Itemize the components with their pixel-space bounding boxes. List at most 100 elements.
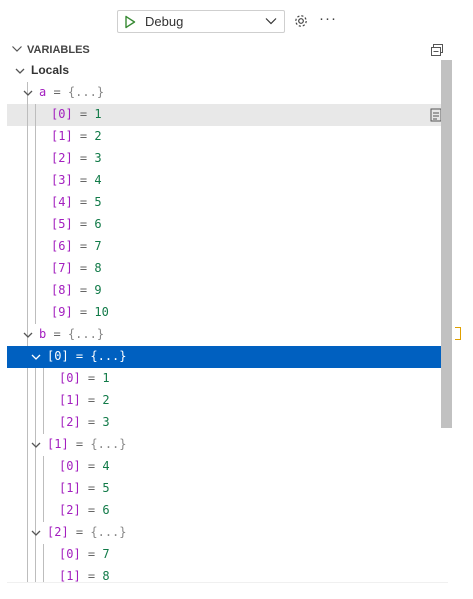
variable-row[interactable]: b = {...} bbox=[7, 324, 448, 346]
equals-sign: = bbox=[80, 569, 103, 582]
indent-guide bbox=[35, 170, 36, 192]
variable-name: [4] bbox=[51, 195, 73, 209]
variable-value: 6 bbox=[102, 503, 110, 517]
variable-row[interactable]: [6] = 7 bbox=[7, 236, 448, 258]
variable-row[interactable]: [7] = 8 bbox=[7, 258, 448, 280]
variable-row[interactable]: [1] = {...} bbox=[7, 434, 448, 456]
indent-guide bbox=[43, 478, 44, 500]
equals-sign: = bbox=[72, 217, 95, 231]
variable-row[interactable]: [1] = 2 bbox=[7, 390, 448, 412]
debug-config-label: Debug bbox=[145, 14, 184, 29]
debug-toolbar: Debug ··· bbox=[0, 0, 473, 40]
indent-guide bbox=[35, 478, 36, 500]
equals-sign: = bbox=[80, 393, 103, 407]
indent-guide bbox=[35, 368, 36, 390]
section-title: VARIABLES bbox=[27, 44, 90, 56]
variable-value: 8 bbox=[102, 569, 110, 582]
variable-value: {...} bbox=[67, 85, 105, 99]
variable-row[interactable]: [2] = 3 bbox=[7, 412, 448, 434]
variable-row[interactable]: [4] = 5 bbox=[7, 192, 448, 214]
variable-row[interactable]: [8] = 9 bbox=[7, 280, 448, 302]
variable-value: 7 bbox=[102, 547, 110, 561]
variable-value: 10 bbox=[94, 305, 109, 319]
variable-row[interactable]: [0] = 7 bbox=[7, 544, 448, 566]
variable-name: [1] bbox=[59, 569, 81, 582]
variable-name: [8] bbox=[51, 283, 73, 297]
indent-guide bbox=[35, 566, 36, 582]
equals-sign: = bbox=[80, 371, 103, 385]
indent-guide bbox=[27, 390, 28, 412]
variable-row[interactable]: [1] = 8 bbox=[7, 566, 448, 582]
variable-row[interactable]: [3] = 4 bbox=[7, 170, 448, 192]
variable-value: 5 bbox=[94, 195, 102, 209]
variable-row[interactable]: [1] = 5 bbox=[7, 478, 448, 500]
indent-guide bbox=[27, 434, 28, 456]
variable-row[interactable]: [9] = 10 bbox=[7, 302, 448, 324]
indent-guide bbox=[35, 236, 36, 258]
equals-sign: = bbox=[68, 525, 91, 539]
scrollbar-thumb[interactable] bbox=[441, 60, 452, 428]
indent-guide bbox=[35, 280, 36, 302]
variable-row[interactable]: [2] = 6 bbox=[7, 500, 448, 522]
chevron-down-icon[interactable] bbox=[31, 352, 41, 362]
indent-guide bbox=[27, 126, 28, 148]
chevron-down-icon[interactable] bbox=[23, 88, 33, 98]
scrollbar[interactable] bbox=[441, 60, 452, 582]
gear-icon[interactable] bbox=[293, 13, 309, 29]
chevron-down-icon[interactable] bbox=[31, 528, 41, 538]
chevron-down-icon[interactable] bbox=[15, 66, 25, 76]
variable-row[interactable]: [0] = {...} bbox=[7, 346, 448, 368]
panel-bottom-border bbox=[7, 582, 448, 583]
variable-name: [1] bbox=[51, 129, 73, 143]
indent-guide bbox=[43, 368, 44, 390]
variable-row[interactable]: [0] = 1 bbox=[7, 104, 448, 126]
variable-row[interactable]: [2] = 3 bbox=[7, 148, 448, 170]
variable-value: 4 bbox=[102, 459, 110, 473]
chevron-down-icon[interactable] bbox=[31, 440, 41, 450]
variables-section-header[interactable]: VARIABLES bbox=[0, 40, 473, 60]
variables-tree: Locals a = {...} [0] = 1 [1] = 2 [2] = 3 [3] … bbox=[7, 60, 448, 582]
variable-row[interactable]: a = {...} bbox=[7, 82, 448, 104]
variable-name: [9] bbox=[51, 305, 73, 319]
equals-sign: = bbox=[46, 327, 68, 341]
chevron-down-icon[interactable] bbox=[23, 330, 33, 340]
indent-guide bbox=[27, 148, 28, 170]
equals-sign: = bbox=[72, 239, 95, 253]
variable-name: [0] bbox=[47, 349, 69, 363]
play-icon[interactable] bbox=[124, 15, 136, 29]
variable-row[interactable]: [2] = {...} bbox=[7, 522, 448, 544]
variable-value: 9 bbox=[94, 283, 102, 297]
variable-row[interactable]: [0] = 1 bbox=[7, 368, 448, 390]
variable-name: [1] bbox=[59, 481, 81, 495]
variable-row[interactable]: [1] = 2 bbox=[7, 126, 448, 148]
equals-sign: = bbox=[72, 129, 95, 143]
variable-row[interactable]: [5] = 6 bbox=[7, 214, 448, 236]
indent-guide bbox=[43, 456, 44, 478]
variable-value: 1 bbox=[94, 107, 102, 121]
indent-guide bbox=[43, 566, 44, 582]
indent-guide bbox=[43, 412, 44, 434]
variable-value: {...} bbox=[90, 349, 127, 363]
indent-guide bbox=[43, 544, 44, 566]
collapse-all-icon[interactable] bbox=[430, 43, 444, 57]
equals-sign: = bbox=[80, 481, 103, 495]
indent-guide bbox=[35, 390, 36, 412]
scope-locals[interactable]: Locals bbox=[7, 60, 448, 82]
variable-row[interactable]: [0] = 4 bbox=[7, 456, 448, 478]
variable-value: {...} bbox=[90, 525, 127, 539]
indent-guide bbox=[35, 302, 36, 324]
debug-config-select[interactable]: Debug bbox=[117, 10, 285, 33]
indent-guide bbox=[43, 390, 44, 412]
variable-name: [0] bbox=[51, 107, 73, 121]
indent-guide bbox=[35, 258, 36, 280]
variable-value: 3 bbox=[102, 415, 110, 429]
equals-sign: = bbox=[68, 349, 91, 363]
variable-value: 2 bbox=[94, 129, 102, 143]
more-icon[interactable]: ··· bbox=[319, 10, 337, 27]
equals-sign: = bbox=[72, 151, 95, 165]
chevron-down-icon bbox=[12, 46, 22, 52]
equals-sign: = bbox=[80, 547, 103, 561]
variable-name: [0] bbox=[59, 371, 81, 385]
variable-value: 5 bbox=[102, 481, 110, 495]
indent-guide bbox=[35, 500, 36, 522]
